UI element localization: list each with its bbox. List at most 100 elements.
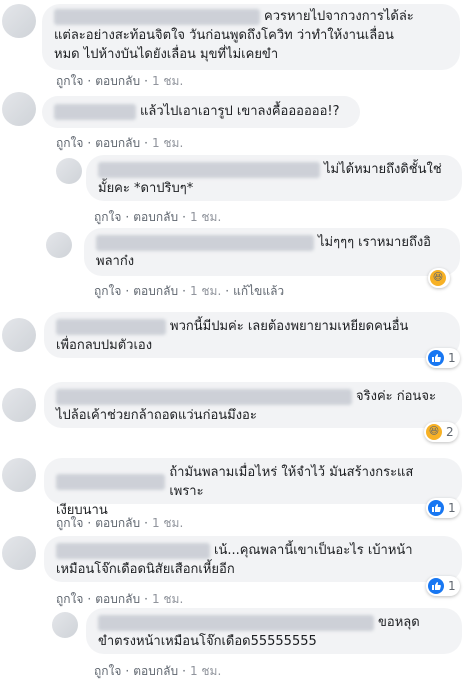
avatar[interactable] [2, 458, 36, 492]
separator: · [182, 210, 186, 224]
like-link[interactable]: ถูกใจ [94, 210, 121, 224]
reaction-count: 1 [448, 579, 456, 593]
avatar[interactable] [2, 92, 36, 126]
timestamp[interactable]: 1 ชม. [190, 210, 221, 224]
edited-label[interactable]: แก้ไขแล้ว [233, 284, 284, 298]
separator: · [144, 74, 148, 88]
blurred-author-name[interactable] [56, 318, 166, 335]
timestamp[interactable]: 1 ชม. [190, 664, 221, 678]
comment-actions: ถูกใจ · ตอบกลับ · 1 ชม. · แก้ไขแล้ว [94, 282, 284, 301]
reply-link[interactable]: ตอบกลับ [95, 516, 140, 530]
comment-text-line: ไปล้อเค้าช่วยกล้าถอดแว่นก่อนมึงอะ [56, 408, 257, 423]
comment-actions: ถูกใจ · ตอบกลับ · 1 ชม. [94, 208, 221, 227]
separator: · [87, 592, 92, 606]
separator: · [125, 664, 130, 678]
like-link[interactable]: ถูกใจ [56, 592, 83, 606]
separator: · [144, 516, 148, 530]
avatar[interactable] [2, 318, 36, 352]
comment-text-line: ขอหลุด [378, 615, 420, 630]
comment-bubble: ไม่ได้หมายถึงดิชั้นใช่ มั้ยคะ *ดาปริบๆ* [86, 155, 462, 201]
timestamp[interactable]: 1 ชม. [152, 592, 183, 606]
avatar[interactable] [2, 4, 36, 38]
timestamp[interactable]: 1 ชม. [152, 516, 183, 530]
reaction-badge[interactable]: 1 [426, 348, 460, 368]
comment-bubble: ขอหลุด ขำตรงหน้าเหมือนโจ๊กเดือด55555555 [86, 608, 462, 654]
comment-bubble: เน้...คุณพลานี้เขาเป็นอะไร เบ้าหน้า เหมื… [44, 536, 462, 582]
comment-text-line: พวกนี้มีปมค่ะ เลยต้องพยายามเหยียดคนอื่น [170, 319, 409, 334]
reply-link[interactable]: ตอบกลับ [133, 664, 178, 678]
comment-bubble: พวกนี้มีปมค่ะ เลยต้องพยายามเหยียดคนอื่น … [44, 312, 460, 358]
comment-bubble: แล้วไปเอาเอารูป เขาลงคื้ออออออ!? [42, 96, 360, 128]
comment-bubble: จริงค่ะ ก่อนจะ ไปล้อเค้าช่วยกล้าถอดแว่นก… [44, 382, 462, 428]
blurred-author-name[interactable] [98, 614, 374, 631]
avatar[interactable] [2, 536, 36, 570]
comment-text-line: หมด ไปห้างบันไดยังเลื่อน มุขที่ไม่เคยขำ [54, 47, 279, 62]
comment-bubble: ถ้ามันพลามเมื่อไหร่ ให้จำไว้ มันสร้างกระ… [44, 458, 462, 518]
separator: · [144, 136, 148, 150]
separator: · [182, 664, 186, 678]
comment-text-line: มั้ยคะ *ดาปริบๆ* [98, 181, 194, 196]
comment-actions: ถูกใจ · ตอบกลับ · 1 ชม. [94, 662, 221, 681]
comment-actions: ถูกใจ · ตอบกลับ · 1 ชม. [56, 514, 183, 533]
comment-actions: ถูกใจ · ตอบกลับ · 1 ชม. [56, 134, 183, 153]
avatar[interactable] [52, 612, 78, 638]
like-reaction-icon [428, 578, 444, 594]
blurred-author-name[interactable] [96, 234, 314, 251]
comment-text-line: เหมือนโจ๊กเดือดนิสัยเสือกเหี้ยอีก [56, 562, 235, 577]
like-link[interactable]: ถูกใจ [56, 136, 83, 150]
blurred-author-name[interactable] [54, 8, 260, 25]
comment-text-line: แล้วไปเอาเอารูป เขาลงคื้ออออออ!? [140, 104, 340, 119]
timestamp[interactable]: 1 ชม. [152, 136, 183, 150]
separator: · [225, 284, 230, 298]
haha-reaction-icon: 😆 [426, 424, 442, 440]
blurred-author-name[interactable] [98, 161, 320, 178]
blurred-author-name[interactable] [56, 542, 210, 559]
comment-actions: ถูกใจ · ตอบกลับ · 1 ชม. [56, 72, 183, 91]
comment-bubble: ไม่ๆๆๆ เราหมายถึงอิ พลาก๋ง [84, 228, 460, 276]
timestamp[interactable]: 1 ชม. [152, 74, 183, 88]
like-link[interactable]: ถูกใจ [56, 516, 83, 530]
comment-text-line: เน้...คุณพลานี้เขาเป็นอะไร เบ้าหน้า [214, 543, 413, 558]
reply-link[interactable]: ตอบกลับ [95, 136, 140, 150]
reaction-badge[interactable]: 😆 2 [424, 422, 458, 442]
reaction-badge[interactable]: 😆 [428, 268, 450, 288]
blurred-author-name[interactable] [56, 474, 166, 490]
like-link[interactable]: ถูกใจ [56, 74, 83, 88]
avatar[interactable] [2, 388, 36, 422]
timestamp[interactable]: 1 ชม. [190, 284, 221, 298]
separator: · [87, 136, 92, 150]
reaction-count: 1 [448, 351, 456, 365]
reply-link[interactable]: ตอบกลับ [95, 74, 140, 88]
comment-text-line: เพื่อกลบปมตัวเอง [56, 338, 153, 353]
reply-link[interactable]: ตอบกลับ [133, 284, 178, 298]
like-reaction-icon [428, 500, 444, 516]
comment-text-line: พลาก๋ง [96, 254, 135, 269]
reply-link[interactable]: ตอบกลับ [95, 592, 140, 606]
separator: · [125, 210, 130, 224]
reply-link[interactable]: ตอบกลับ [133, 210, 178, 224]
reaction-count: 2 [446, 425, 454, 439]
separator: · [87, 516, 92, 530]
comment-text-line: ควรหายไปจากวงการได้ล่ะ [264, 9, 414, 24]
like-link[interactable]: ถูกใจ [94, 284, 121, 298]
blurred-author-name[interactable] [54, 103, 136, 120]
comment-text-line: ขำตรงหน้าเหมือนโจ๊กเดือด55555555 [98, 634, 317, 649]
comment-text-line: ไม่ๆๆๆ เราหมายถึงอิ [318, 235, 431, 250]
comment-text-line: แต่ละอย่างสะท้อนจิตใจ วันก่อนพูดถึงโควิท… [54, 28, 394, 43]
separator: · [125, 284, 130, 298]
reaction-count: 1 [448, 501, 456, 515]
avatar[interactable] [46, 232, 72, 258]
comment-bubble: ควรหายไปจากวงการได้ล่ะ แต่ละอย่างสะท้อนจ… [42, 4, 460, 70]
like-reaction-icon [428, 350, 444, 366]
comment-text-line: ถ้ามันพลามเมื่อไหร่ ให้จำไว้ มันสร้างกระ… [169, 465, 414, 499]
separator: · [87, 74, 92, 88]
comment-text-line: ไม่ได้หมายถึงดิชั้นใช่ [324, 162, 442, 177]
avatar[interactable] [56, 158, 82, 184]
like-link[interactable]: ถูกใจ [94, 664, 121, 678]
comment-text-line: จริงค่ะ ก่อนจะ [356, 389, 436, 404]
reaction-badge[interactable]: 1 [426, 498, 460, 518]
separator: · [182, 284, 186, 298]
blurred-author-name[interactable] [56, 388, 352, 405]
separator: · [144, 592, 148, 606]
reaction-badge[interactable]: 1 [426, 576, 460, 596]
